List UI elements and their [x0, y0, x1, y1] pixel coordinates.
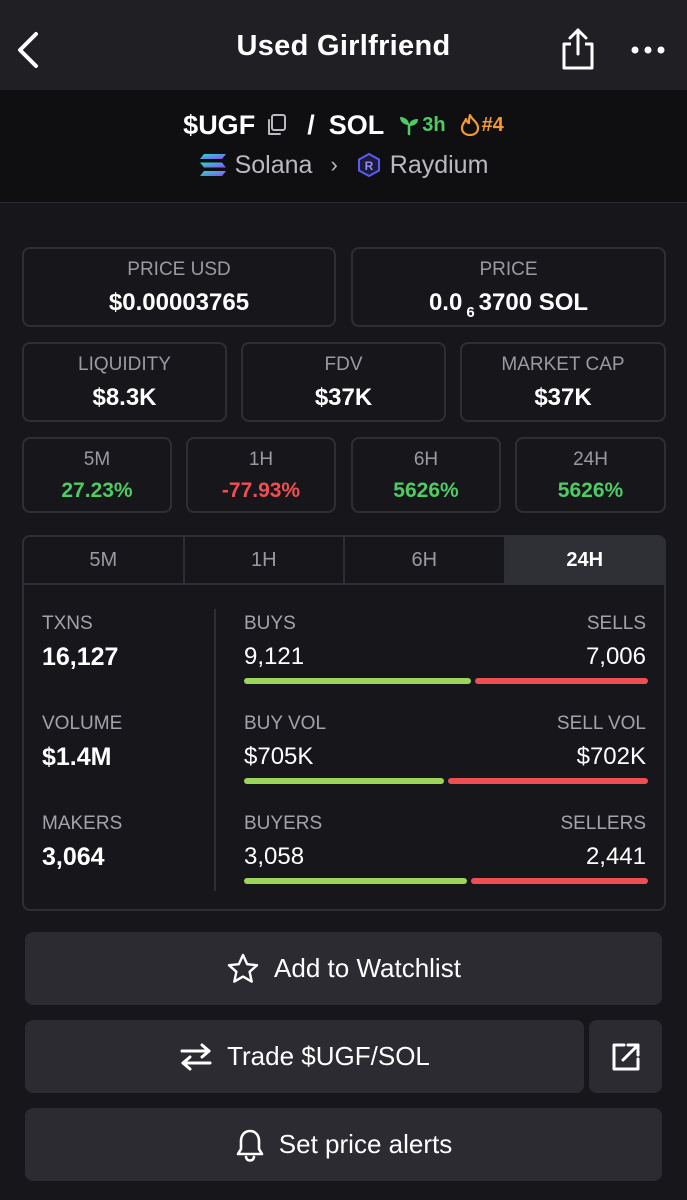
buyers-value: 3,058: [244, 843, 305, 870]
sellers-label: SELLERS: [560, 813, 646, 834]
pair-line: $UGF / SOL 3h #4: [0, 108, 687, 142]
timeframe-tabs: 5M 1H 6H 24H: [24, 537, 664, 585]
liquidity-value: $8.3K: [92, 384, 157, 411]
column-divider: [214, 609, 216, 891]
flame-icon: [460, 114, 479, 136]
change-24h-box[interactable]: 24H 5626%: [515, 437, 666, 513]
change-value: 5626%: [393, 479, 459, 502]
market-cap-label: MARKET CAP: [501, 354, 625, 375]
trade-button[interactable]: Trade $UGF/SOL: [25, 1020, 584, 1093]
fdv-value: $37K: [314, 384, 373, 411]
buy-vol-bar: [244, 778, 445, 784]
swap-arrows-icon: [180, 1043, 212, 1070]
buys-label: BUYS: [244, 613, 296, 634]
buy-vol-label: BUY VOL: [244, 713, 327, 734]
change-label: 6H: [413, 449, 439, 470]
add-to-watchlist-button[interactable]: Add to Watchlist: [25, 932, 662, 1005]
pair-separator: /: [307, 109, 315, 140]
market-cap-value: $37K: [534, 384, 592, 411]
bell-icon: [236, 1129, 264, 1162]
sells-bar: [474, 678, 648, 684]
trade-label: Trade $UGF/SOL: [227, 1041, 430, 1071]
quote-symbol: SOL: [328, 109, 385, 140]
fdv-box: FDV $37K: [241, 342, 446, 422]
watchlist-label: Add to Watchlist: [274, 953, 461, 983]
chain-link[interactable]: Solana: [235, 151, 313, 180]
more-horizontal-icon: [631, 46, 665, 54]
change-value: 5626%: [557, 479, 624, 502]
age-badge: 3h: [398, 113, 446, 137]
change-label: 24H: [573, 449, 608, 470]
sells-label: SELLS: [586, 613, 646, 634]
volume-ratio-bar: [244, 778, 648, 784]
seedling-icon: [400, 117, 419, 136]
market-cap-box: MARKET CAP $37K: [460, 342, 666, 422]
trending-rank-badge: #4: [460, 114, 504, 137]
solana-logo-icon: [199, 154, 226, 176]
base-symbol: $UGF: [183, 109, 256, 140]
txns-ratio-bar: [244, 678, 648, 684]
open-external-button[interactable]: [589, 1020, 662, 1093]
makers-label: MAKERS: [42, 813, 123, 834]
rank-text: #4: [481, 113, 504, 136]
sell-vol-label: SELL VOL: [556, 713, 646, 734]
age-text: 3h: [422, 113, 446, 136]
price-native-value: 0.0 6 3700 SOL: [353, 289, 664, 321]
price-native-label: PRICE: [479, 259, 538, 280]
buys-value: 9,121: [244, 643, 305, 670]
change-5m-box[interactable]: 5M 27.23%: [22, 437, 172, 513]
change-label: 1H: [248, 449, 274, 470]
tab-6h[interactable]: 6H: [345, 537, 506, 583]
change-label: 5M: [83, 449, 111, 470]
price-native-suffix: 3700 SOL: [478, 289, 589, 316]
makers-value: 3,064: [42, 843, 105, 871]
liquidity-label: LIQUIDITY: [78, 354, 171, 375]
volume-value: $1.4M: [42, 743, 112, 771]
copy-icon[interactable]: [265, 113, 287, 137]
volume-label: VOLUME: [42, 713, 123, 734]
fdv-label: FDV: [324, 354, 363, 375]
makers-ratio-bar: [244, 878, 648, 884]
tab-24h[interactable]: 24H: [505, 537, 664, 583]
price-native-prefix: 0.0: [428, 289, 463, 316]
buy-vol-value: $705K: [244, 743, 314, 770]
external-link-icon: [612, 1043, 639, 1070]
sells-value: 7,006: [585, 643, 646, 670]
svg-text:R: R: [364, 159, 373, 173]
sell-vol-bar: [448, 778, 648, 784]
txns-label: TXNS: [42, 613, 93, 634]
tab-1h[interactable]: 1H: [185, 537, 345, 583]
price-usd-value: $0.00003765: [108, 289, 250, 316]
tab-5m[interactable]: 5M: [24, 537, 185, 583]
sellers-bar: [470, 878, 648, 884]
star-icon: [227, 953, 259, 983]
price-usd-box: PRICE USD $0.00003765: [22, 247, 336, 327]
sellers-value: 2,441: [585, 843, 646, 870]
alerts-label: Set price alerts: [278, 1129, 453, 1159]
transactions-panel: 5M 1H 6H 24H TXNS 16,127 VOLUME $1.4M MA…: [22, 535, 666, 911]
price-zero-count: 6: [466, 304, 475, 321]
share-icon: [562, 28, 594, 70]
buys-bar: [244, 678, 471, 684]
buyers-label: BUYERS: [244, 813, 323, 834]
change-1h-box[interactable]: 1H -77.93%: [186, 437, 336, 513]
pair-header: $UGF / SOL 3h #4 Solana › R Raydium: [0, 90, 687, 203]
set-price-alerts-button[interactable]: Set price alerts: [25, 1108, 662, 1181]
share-button[interactable]: [558, 26, 598, 72]
raydium-logo-icon: R: [357, 152, 380, 178]
change-6h-box[interactable]: 6H 5626%: [351, 437, 501, 513]
more-button[interactable]: [630, 40, 666, 60]
txns-value: 16,127: [42, 643, 119, 671]
price-usd-label: PRICE USD: [127, 259, 231, 280]
dex-link[interactable]: Raydium: [390, 151, 489, 180]
buyers-bar: [244, 878, 467, 884]
chain-breadcrumb: Solana › R Raydium: [0, 150, 687, 180]
price-native-box: PRICE 0.0 6 3700 SOL: [351, 247, 666, 327]
sell-vol-value: $702K: [576, 743, 646, 770]
chevron-right-icon: ›: [330, 152, 338, 177]
change-value: 27.23%: [61, 479, 133, 502]
liquidity-box: LIQUIDITY $8.3K: [22, 342, 227, 422]
change-value: -77.93%: [221, 479, 301, 502]
top-bar: Used Girlfriend: [0, 0, 687, 90]
